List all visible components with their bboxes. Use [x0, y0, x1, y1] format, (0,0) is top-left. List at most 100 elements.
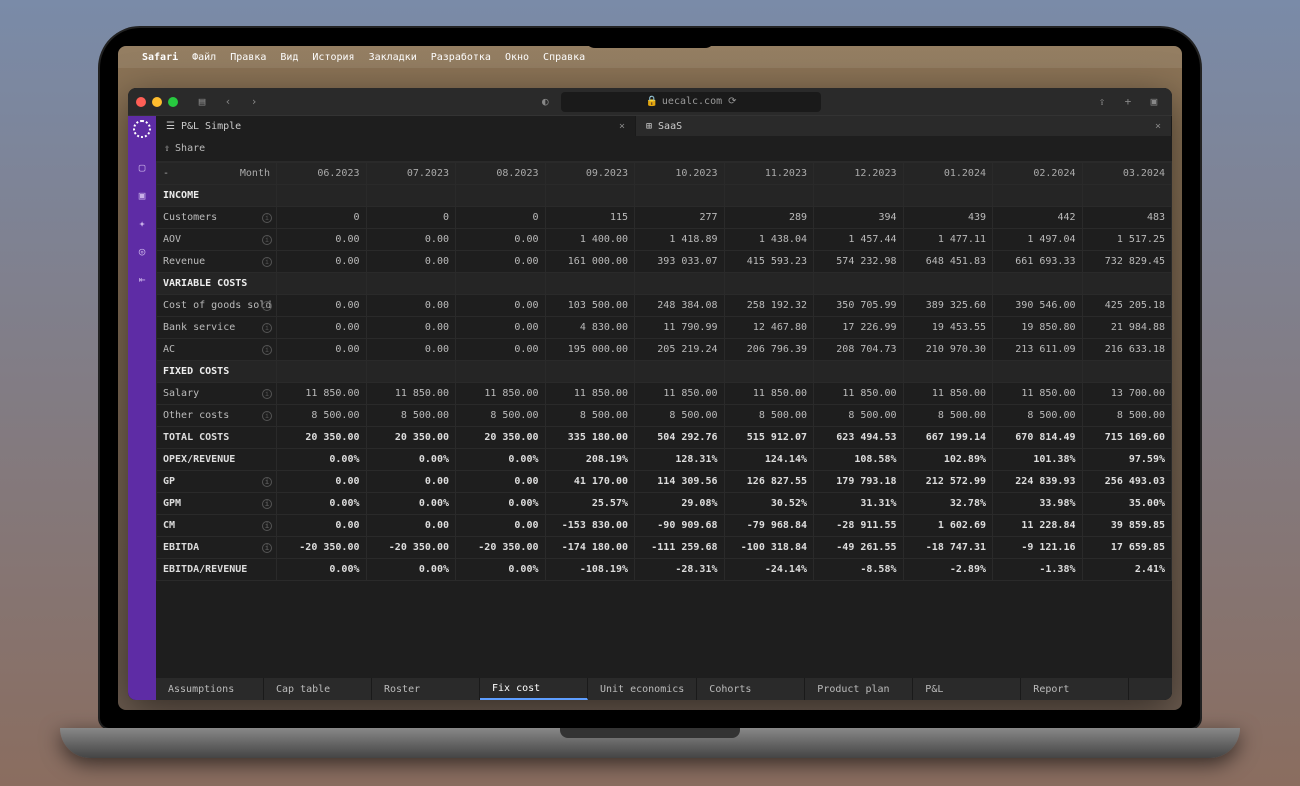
data-cell[interactable]: 0.00%: [366, 449, 456, 471]
info-icon[interactable]: i: [262, 257, 272, 267]
data-cell[interactable]: 0.00: [456, 317, 546, 339]
menu-item[interactable]: Окно: [505, 52, 529, 63]
data-cell[interactable]: -90 909.68: [635, 515, 725, 537]
data-cell[interactable]: 1 400.00: [545, 229, 635, 251]
table-row[interactable]: Revenuei0.000.000.00161 000.00393 033.07…: [157, 251, 1172, 273]
data-cell[interactable]: 128.31%: [635, 449, 725, 471]
table-row[interactable]: Bank servicei0.000.000.004 830.0011 790.…: [157, 317, 1172, 339]
data-cell[interactable]: 11 850.00: [814, 383, 904, 405]
info-icon[interactable]: i: [262, 235, 272, 245]
data-cell[interactable]: 415 593.23: [724, 251, 814, 273]
tab-saas[interactable]: ⊞ SaaS ×: [636, 116, 1172, 136]
data-cell[interactable]: 11 850.00: [277, 383, 367, 405]
data-cell[interactable]: -111 259.68: [635, 537, 725, 559]
data-cell[interactable]: -174 180.00: [545, 537, 635, 559]
data-cell[interactable]: 0.00%: [456, 493, 546, 515]
data-cell[interactable]: 8 500.00: [277, 405, 367, 427]
data-cell[interactable]: 11 850.00: [366, 383, 456, 405]
data-cell[interactable]: -20 350.00: [456, 537, 546, 559]
data-cell[interactable]: 11 850.00: [903, 383, 993, 405]
data-cell[interactable]: 8 500.00: [1082, 405, 1172, 427]
data-cell[interactable]: 623 494.53: [814, 427, 904, 449]
sheet-tab[interactable]: Product plan: [805, 678, 913, 700]
data-cell[interactable]: 258 192.32: [724, 295, 814, 317]
data-cell[interactable]: 0.00: [456, 471, 546, 493]
sheet-tab[interactable]: Fix cost: [480, 678, 588, 700]
sheet-tab[interactable]: Cohorts: [697, 678, 805, 700]
data-cell[interactable]: 29.08%: [635, 493, 725, 515]
data-cell[interactable]: 0.00%: [456, 449, 546, 471]
data-cell[interactable]: 0.00: [366, 339, 456, 361]
data-cell[interactable]: 213 611.09: [993, 339, 1083, 361]
data-cell[interactable]: 0.00: [456, 295, 546, 317]
data-cell[interactable]: 12 467.80: [724, 317, 814, 339]
table-row[interactable]: Other costsi8 500.008 500.008 500.008 50…: [157, 405, 1172, 427]
table-row[interactable]: EBITDA/REVENUE0.00%0.00%0.00%-108.19%-28…: [157, 559, 1172, 581]
menu-item[interactable]: Разработка: [431, 52, 491, 63]
share-icon[interactable]: ⇪: [1092, 92, 1112, 112]
sheet-tab[interactable]: Assumptions: [156, 678, 264, 700]
data-cell[interactable]: 393 033.07: [635, 251, 725, 273]
data-cell[interactable]: 216 633.18: [1082, 339, 1172, 361]
address-bar[interactable]: 🔒 uecalc.com ⟳: [561, 92, 820, 112]
data-cell[interactable]: 394: [814, 207, 904, 229]
data-cell[interactable]: 715 169.60: [1082, 427, 1172, 449]
back-icon[interactable]: ‹: [218, 92, 238, 112]
data-cell[interactable]: 8 500.00: [545, 405, 635, 427]
data-cell[interactable]: 41 170.00: [545, 471, 635, 493]
new-tab-icon[interactable]: +: [1118, 92, 1138, 112]
data-cell[interactable]: 425 205.18: [1082, 295, 1172, 317]
data-cell[interactable]: 0: [366, 207, 456, 229]
data-cell[interactable]: 0.00%: [277, 449, 367, 471]
data-cell[interactable]: 0.00: [366, 317, 456, 339]
data-cell[interactable]: 205 219.24: [635, 339, 725, 361]
data-cell[interactable]: 8 500.00: [814, 405, 904, 427]
data-cell[interactable]: 11 850.00: [635, 383, 725, 405]
table-row[interactable]: GPi0.000.000.0041 170.00114 309.56126 82…: [157, 471, 1172, 493]
data-cell[interactable]: 11 790.99: [635, 317, 725, 339]
data-cell[interactable]: 0.00%: [277, 493, 367, 515]
data-cell[interactable]: -18 747.31: [903, 537, 993, 559]
data-cell[interactable]: 124.14%: [724, 449, 814, 471]
data-cell[interactable]: 8 500.00: [366, 405, 456, 427]
data-cell[interactable]: 30.52%: [724, 493, 814, 515]
data-cell[interactable]: 0.00%: [456, 559, 546, 581]
close-icon[interactable]: ×: [619, 121, 625, 132]
data-cell[interactable]: -1.38%: [993, 559, 1083, 581]
data-cell[interactable]: 648 451.83: [903, 251, 993, 273]
data-cell[interactable]: 0.00%: [366, 493, 456, 515]
table-row[interactable]: AOVi0.000.000.001 400.001 418.891 438.04…: [157, 229, 1172, 251]
data-cell[interactable]: 179 793.18: [814, 471, 904, 493]
data-cell[interactable]: 39 859.85: [1082, 515, 1172, 537]
reload-icon[interactable]: ⟳: [728, 96, 736, 107]
data-cell[interactable]: -24.14%: [724, 559, 814, 581]
data-cell[interactable]: 20 350.00: [277, 427, 367, 449]
data-cell[interactable]: 114 309.56: [635, 471, 725, 493]
info-icon[interactable]: i: [262, 323, 272, 333]
info-icon[interactable]: i: [262, 543, 272, 553]
data-cell[interactable]: 0.00: [366, 471, 456, 493]
menu-app-name[interactable]: Safari: [142, 52, 178, 63]
data-cell[interactable]: 102.89%: [903, 449, 993, 471]
layout-icon[interactable]: ▣: [135, 188, 149, 202]
data-cell[interactable]: -108.19%: [545, 559, 635, 581]
data-cell[interactable]: 248 384.08: [635, 295, 725, 317]
data-cell[interactable]: 4 830.00: [545, 317, 635, 339]
data-cell[interactable]: 206 796.39: [724, 339, 814, 361]
spreadsheet-grid[interactable]: -Month06.202307.202308.202309.202310.202…: [156, 162, 1172, 678]
minimize-window-icon[interactable]: [152, 97, 162, 107]
data-cell[interactable]: 0.00: [366, 251, 456, 273]
data-cell[interactable]: -28 911.55: [814, 515, 904, 537]
data-cell[interactable]: 212 572.99: [903, 471, 993, 493]
data-cell[interactable]: 670 814.49: [993, 427, 1083, 449]
app-logo-icon[interactable]: [133, 120, 151, 138]
info-icon[interactable]: i: [262, 411, 272, 421]
sheet-tab[interactable]: Unit economics: [588, 678, 697, 700]
data-cell[interactable]: 1 477.11: [903, 229, 993, 251]
exit-icon[interactable]: ⇤: [135, 272, 149, 286]
data-cell[interactable]: 0.00: [456, 339, 546, 361]
data-cell[interactable]: 11 850.00: [545, 383, 635, 405]
data-cell[interactable]: 1 418.89: [635, 229, 725, 251]
data-cell[interactable]: 19 453.55: [903, 317, 993, 339]
data-cell[interactable]: 224 839.93: [993, 471, 1083, 493]
